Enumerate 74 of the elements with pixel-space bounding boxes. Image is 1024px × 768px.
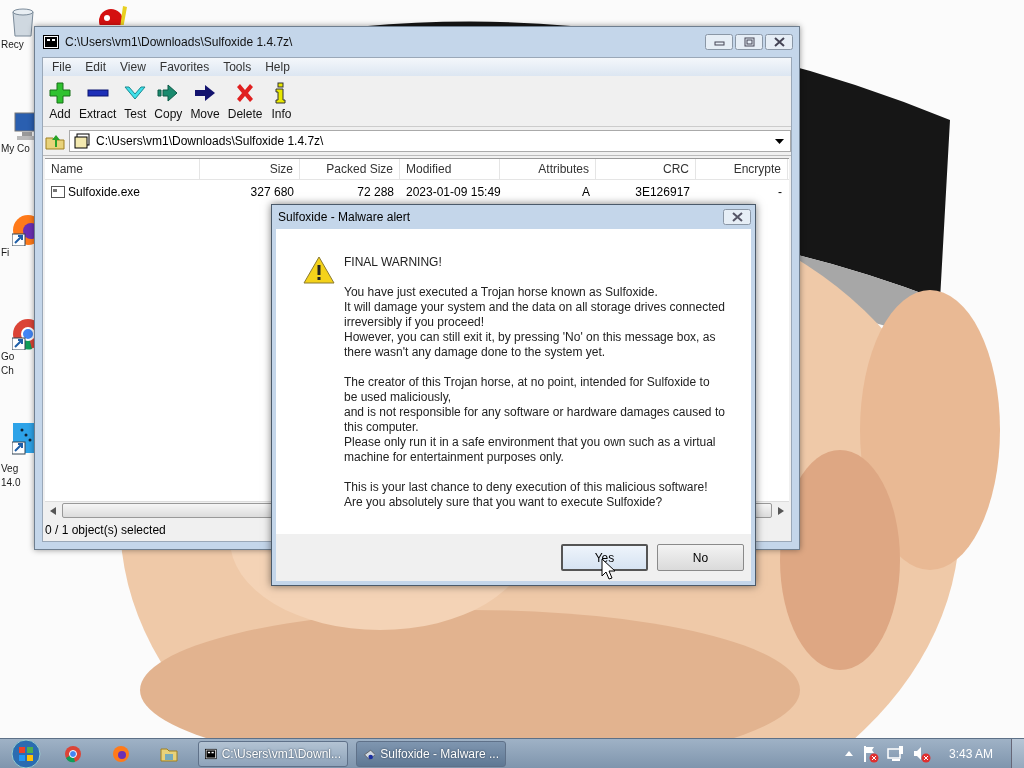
menu-item[interactable]: Tools xyxy=(216,60,259,74)
chrome-icon[interactable] xyxy=(64,744,82,763)
menu-item[interactable]: View xyxy=(113,60,153,74)
icon-label[interactable]: 14.0 xyxy=(1,476,21,490)
alert-app-icon xyxy=(363,746,376,761)
icon-label[interactable]: Ch xyxy=(1,364,14,378)
message-text: irreversibly if you proceed! xyxy=(344,315,486,330)
dropdown-arrow-icon[interactable] xyxy=(775,138,784,144)
column-header[interactable]: Attributes xyxy=(500,159,596,179)
caret-icon[interactable] xyxy=(844,751,853,756)
menu-item[interactable]: File xyxy=(45,60,79,74)
column-header[interactable]: Modified xyxy=(400,159,500,179)
table-cell: 3E126917 xyxy=(635,184,690,199)
toolbar-button[interactable]: Copy xyxy=(150,81,187,121)
network-icon[interactable] xyxy=(886,744,905,763)
table-cell: A xyxy=(582,184,590,199)
minimize-button[interactable] xyxy=(705,34,733,50)
table-cell: 2023-01-09 15:49 xyxy=(406,184,501,199)
toolbar-button[interactable]: Info xyxy=(266,81,297,121)
plus-icon xyxy=(49,81,71,104)
message-text: However, you can still exit it, by pressing 'No' on this message box, as xyxy=(344,330,717,345)
address-field[interactable]: C:\Users\vm1\Downloads\Sulfoxide 1.4.7z\ xyxy=(69,130,791,152)
icon-label[interactable]: My Co xyxy=(1,142,30,156)
file-icon xyxy=(51,185,65,198)
column-header[interactable]: Encrypte xyxy=(696,159,788,179)
arrow-icon xyxy=(157,81,180,104)
archive-icon xyxy=(43,35,59,49)
icon-label[interactable]: Veg xyxy=(1,462,19,476)
message-text: The creator of this Trojan horse, at no point, intended for Sulfoxide to xyxy=(344,375,711,390)
message-text: there wasn't any damage done to the system yet. xyxy=(344,345,607,360)
close-button[interactable] xyxy=(723,209,751,225)
message-text: This is your last chance to deny execution of this malicious software! xyxy=(344,480,709,495)
message-text: Are you absolutely sure that you want to execute Sulfoxide? xyxy=(344,495,664,510)
column-header[interactable]: Packed Size xyxy=(300,159,400,179)
message-text: be used maliciously, xyxy=(344,390,453,405)
message-text: and is not responsible for any software or hardware damages caused to xyxy=(344,405,725,420)
toolbar-button[interactable]: Test xyxy=(120,81,151,121)
window-title: C:\Users\vm1\Downloads\Sulfoxide 1.4.7z\ xyxy=(65,35,294,49)
column-header[interactable]: Name xyxy=(45,159,200,179)
dialog-title: Sulfoxide - Malware alert xyxy=(278,210,411,224)
icon-label[interactable]: Fi xyxy=(1,246,10,260)
icon-label[interactable]: Recy xyxy=(1,38,24,52)
status-text: 0 / 1 object(s) selected xyxy=(45,523,166,537)
table-cell: - xyxy=(778,184,782,199)
message-text: machine for entertainment purposes only. xyxy=(344,450,565,465)
toolbar-button[interactable]: Add xyxy=(45,81,75,121)
archive-icon xyxy=(205,746,217,761)
left-arrow-icon[interactable] xyxy=(50,506,56,515)
menu-item[interactable]: Help xyxy=(258,60,297,74)
warning-icon xyxy=(303,255,335,285)
dialog-button[interactable]: No xyxy=(657,544,744,571)
menu-item[interactable]: Favorites xyxy=(152,60,217,74)
message-text: You have just executed a Trojan horse known as Sulfoxide. xyxy=(344,285,659,300)
toolbar-button[interactable]: Extract xyxy=(75,81,121,121)
column-header[interactable]: Size xyxy=(200,159,300,179)
computer-icon[interactable] xyxy=(12,110,34,142)
table-cell: 327 680 xyxy=(250,184,294,199)
message-text: It will damage your system and the data on all storage drives connected xyxy=(344,300,725,315)
menu-item[interactable]: Edit xyxy=(78,60,114,74)
message-text: this computer. xyxy=(344,420,420,435)
right-arrow-icon[interactable] xyxy=(778,506,784,515)
taskbar-button[interactable]: Sulfoxide - Malware ... xyxy=(356,740,506,767)
table-cell: Sulfoxide.exe xyxy=(68,184,141,199)
table-cell: 72 288 xyxy=(357,184,394,199)
recycle-bin-icon[interactable] xyxy=(12,6,34,38)
icon-label[interactable]: Go xyxy=(1,350,15,364)
close-button[interactable] xyxy=(765,34,793,50)
message-text: FINAL WARNING! xyxy=(344,255,443,270)
message-text: Please only run it in a safe environment that you own such as a virtual xyxy=(344,435,717,450)
toolbar-button[interactable]: Delete xyxy=(223,81,267,121)
show-desktop-button[interactable] xyxy=(1011,738,1024,768)
toolbar-button[interactable]: Move xyxy=(186,81,224,121)
archive-icon xyxy=(74,133,90,149)
column-header[interactable]: CRC xyxy=(596,159,696,179)
